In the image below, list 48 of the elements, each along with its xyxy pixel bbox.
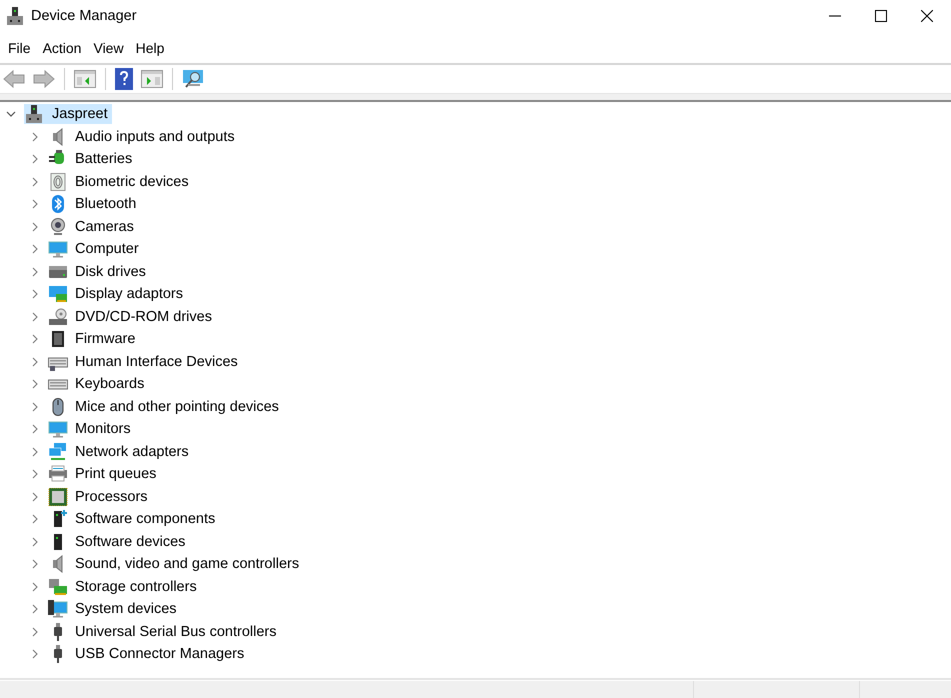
device-category[interactable]: Storage controllers: [75, 578, 197, 595]
printer-icon: [48, 465, 68, 484]
device-category[interactable]: Biometric devices: [75, 174, 189, 190]
device-category[interactable]: Audio inputs and outputs: [75, 128, 235, 145]
device-category[interactable]: Bluetooth: [75, 196, 136, 212]
console-tree-button[interactable]: [71, 68, 99, 90]
device-category[interactable]: Cameras: [75, 218, 134, 235]
fingerprint-icon: [48, 172, 68, 191]
device-category[interactable]: Mice and other pointing devices: [75, 398, 279, 415]
computer-node[interactable]: Jaspreet: [24, 104, 112, 124]
device-category[interactable]: Network adapters: [75, 444, 189, 460]
device-category[interactable]: Print queues: [75, 466, 156, 482]
device-category[interactable]: USB Connector Managers: [75, 646, 244, 662]
device-category[interactable]: Computer: [75, 241, 139, 258]
close-icon[interactable]: [921, 10, 933, 22]
menu-item[interactable]: File: [2, 38, 37, 58]
device-category[interactable]: Keyboards: [75, 376, 144, 392]
menu-item[interactable]: Help: [130, 38, 170, 58]
window-title: Device Manager: [31, 8, 137, 24]
device-category[interactable]: Processors: [75, 488, 148, 505]
disc-drive-icon: [48, 308, 68, 326]
menu-item[interactable]: View: [87, 38, 130, 58]
webcam-icon: [48, 218, 68, 236]
display-card-icon: [48, 285, 68, 304]
device-category[interactable]: Firmware: [75, 331, 136, 348]
computer-icon: [26, 105, 42, 124]
app-icon: [7, 7, 23, 25]
monitor-icon: [48, 600, 68, 618]
monitor-icon: [48, 420, 68, 438]
storage-icon: [48, 578, 68, 596]
device-category[interactable]: Batteries: [75, 151, 132, 168]
maximize-icon[interactable]: [875, 10, 887, 22]
help-button[interactable]: [112, 66, 136, 92]
device-category[interactable]: Sound, video and game controllers: [75, 556, 300, 572]
device-category[interactable]: Universal Serial Bus controllers: [75, 624, 276, 640]
action-pane-button[interactable]: [138, 68, 166, 90]
device-category[interactable]: System devices: [75, 601, 177, 618]
device-category[interactable]: Software devices: [75, 534, 186, 550]
device-category[interactable]: Human Interface Devices: [75, 354, 238, 370]
device-category[interactable]: Software components: [75, 511, 216, 528]
device-category[interactable]: Monitors: [75, 421, 131, 438]
processor-icon: [48, 488, 68, 506]
menu-item[interactable]: Action: [36, 38, 88, 58]
monitor-icon: [48, 240, 68, 258]
device-category[interactable]: DVD/CD-ROM drives: [75, 308, 212, 325]
network-icon: [48, 442, 68, 461]
device-category[interactable]: Disk drives: [75, 264, 146, 280]
device-category[interactable]: Display adaptors: [75, 286, 183, 302]
